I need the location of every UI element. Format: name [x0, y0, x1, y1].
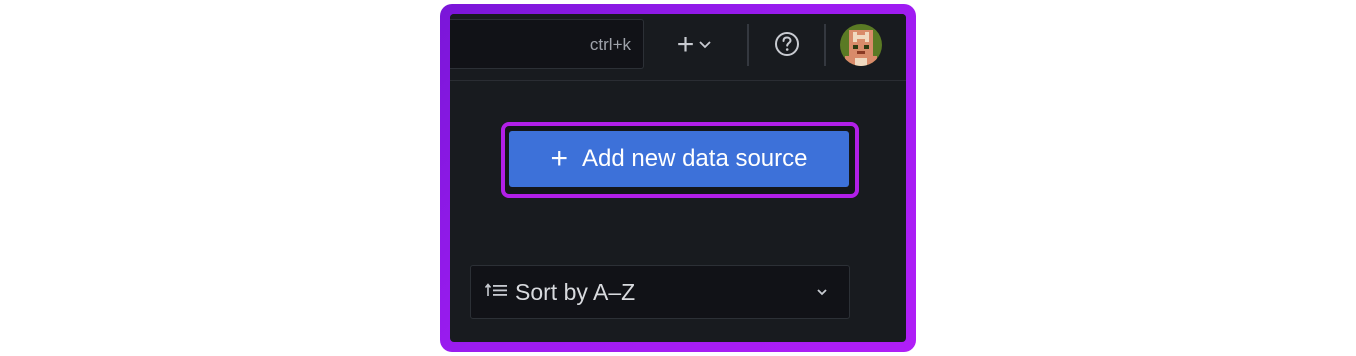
plus-icon: +	[676, 28, 695, 61]
highlight-frame: ctrl+k + + Add new data source Sort by A…	[440, 4, 916, 352]
add-button-label: Add new data source	[582, 145, 808, 172]
avatar[interactable]	[840, 24, 882, 66]
topbar-divider	[824, 24, 826, 66]
search-shortcut-hint: ctrl+k	[589, 35, 631, 54]
add-new-data-source-button[interactable]: + Add new data source	[509, 131, 849, 187]
new-menu-button[interactable]: +	[666, 28, 722, 62]
topbar-divider	[747, 24, 749, 66]
app-panel: ctrl+k + + Add new data source Sort by A…	[450, 14, 906, 342]
chevron-down-icon	[817, 289, 827, 296]
sort-select[interactable]: Sort by A–Z	[470, 265, 850, 319]
search-input[interactable]: ctrl+k	[450, 19, 644, 69]
top-nav-bar: ctrl+k +	[450, 14, 906, 81]
sort-ascending-icon	[484, 282, 511, 303]
sort-selected-value: Sort by A–Z	[515, 278, 636, 305]
chevron-down-icon	[699, 41, 711, 49]
plus-icon: +	[550, 142, 569, 175]
highlight-outline: + Add new data source	[501, 122, 859, 198]
help-circle-icon[interactable]	[772, 29, 802, 59]
